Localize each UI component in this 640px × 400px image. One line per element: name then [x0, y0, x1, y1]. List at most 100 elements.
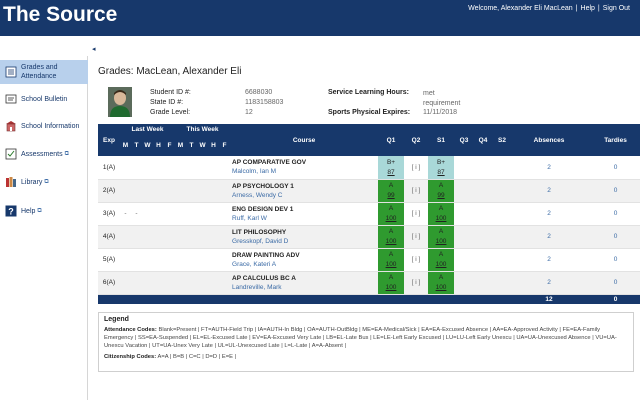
grade-percent: 99	[437, 192, 445, 199]
absences-cell[interactable]: 2	[512, 156, 587, 180]
attendance-day-cell	[131, 179, 142, 203]
attendance-day-cell	[197, 156, 209, 180]
q4-cell	[474, 225, 493, 249]
q1-grade-cell[interactable]: A 100	[378, 271, 405, 295]
attendance-codes-text: Blank=Present | FT=AUTH-Field Trip | IA=…	[104, 327, 617, 349]
help-link[interactable]: Help	[581, 5, 595, 12]
q2-info-cell[interactable]: [ i ]	[404, 225, 429, 249]
grade-value[interactable]: A 100	[430, 226, 452, 247]
q2-info-cell[interactable]: [ i ]	[404, 156, 429, 180]
absences-cell[interactable]: 2	[512, 202, 587, 226]
col-last-week: Last Week	[120, 124, 176, 134]
attendance-codes-label: Attendance Codes:	[104, 327, 157, 333]
sidebar-item-grades-and-attendance[interactable]: Grades and Attendance	[0, 60, 88, 84]
q2-info-cell[interactable]: [ i ]	[404, 248, 429, 272]
q1-grade-cell[interactable]: A 100	[378, 202, 405, 226]
q3-cell	[454, 225, 475, 249]
grade-value[interactable]: A 99	[380, 180, 402, 201]
table-row: 1(A) AP COMPARATIVE GOV Malcolm, Ian M B+ 87…	[98, 156, 640, 180]
teacher-link[interactable]: Malcolm, Ian M	[232, 167, 378, 176]
course-name: AP PSYCHOLOGY 1	[232, 182, 294, 190]
q4-cell	[474, 179, 493, 203]
attendance-day-cell	[219, 225, 231, 249]
col-q4: Q4	[474, 124, 493, 156]
attendance-day-cell	[120, 225, 131, 249]
student-id-label: Student ID #:	[150, 89, 191, 96]
bulletin-icon	[5, 94, 17, 104]
sidebar-item-library[interactable]: Library ⧉	[0, 171, 88, 193]
attendance-day-cell	[164, 271, 176, 295]
col-day: F	[164, 134, 176, 156]
sidebar-item-assessments[interactable]: Assessments ⧉	[0, 143, 88, 165]
teacher-link[interactable]: Landreville, Mark	[232, 283, 378, 292]
grade-value[interactable]: A 100	[430, 249, 452, 270]
student-photo-image	[108, 87, 132, 117]
s1-grade-cell[interactable]: A 99	[428, 179, 455, 203]
grades-table: Exp Last Week This Week Course Q1 Q2 S1 …	[98, 124, 640, 304]
s1-grade-cell[interactable]: A 100	[428, 225, 455, 249]
absences-cell[interactable]: 2	[512, 271, 587, 295]
grade-value[interactable]: A 100	[380, 249, 402, 270]
course-cell: AP PSYCHOLOGY 1 Arness, Wendy C	[230, 179, 379, 203]
grade-value[interactable]: A 100	[380, 203, 402, 224]
q4-cell	[474, 202, 493, 226]
attendance-day-cell	[186, 179, 198, 203]
teacher-link[interactable]: Grace, Kateri A	[232, 260, 378, 269]
teacher-link[interactable]: Arness, Wendy C	[232, 191, 378, 200]
s1-grade-cell[interactable]: B+ 87	[428, 156, 455, 180]
col-s2: S2	[492, 124, 513, 156]
absences-cell[interactable]: 2	[512, 179, 587, 203]
q1-grade-cell[interactable]: A 100	[378, 248, 405, 272]
grade-level-label: Grade Level:	[150, 109, 191, 116]
absences-cell[interactable]: 2	[512, 225, 587, 249]
grade-letter: A	[388, 205, 394, 212]
q2-info-cell[interactable]: [ i ]	[404, 202, 429, 226]
table-row: 6(A) AP CALCULUS BC A Landreville, Mark A 10…	[98, 271, 640, 295]
attendance-day-cell	[153, 225, 164, 249]
citizenship-codes-label: Citizenship Codes:	[104, 354, 157, 360]
q2-info-cell[interactable]: [ i ]	[404, 271, 429, 295]
q1-grade-cell[interactable]: A 100	[378, 225, 405, 249]
grade-value[interactable]: A 100	[380, 272, 402, 293]
sidebar-item-help[interactable]: ? Help ⧉	[0, 200, 88, 222]
grade-percent: 87	[387, 168, 395, 176]
grade-value[interactable]: B+ 87	[430, 157, 452, 178]
s1-grade-cell[interactable]: A 100	[428, 271, 455, 295]
period-cell: 4(A)	[98, 225, 120, 249]
course-name: LIT PHILOSOPHY	[232, 228, 287, 236]
attendance-day-cell	[186, 202, 198, 226]
external-link-icon: ⧉	[64, 150, 69, 157]
absences-cell[interactable]: 2	[512, 248, 587, 272]
q1-grade-cell[interactable]: A 99	[378, 179, 405, 203]
collapse-sidebar-icon[interactable]: ◂	[92, 45, 96, 53]
grade-value[interactable]: A 99	[430, 180, 452, 201]
sign-out-link[interactable]: Sign Out	[603, 5, 630, 12]
q2-info-cell[interactable]: [ i ]	[404, 179, 429, 203]
grade-letter: B+	[436, 158, 446, 166]
grade-percent: 99	[387, 192, 395, 199]
col-day: M	[175, 134, 187, 156]
grade-value[interactable]: A 100	[380, 226, 402, 247]
attendance-day-cell	[175, 225, 187, 249]
col-q3: Q3	[454, 124, 475, 156]
teacher-link[interactable]: Ruff, Karl W	[232, 214, 378, 223]
grade-percent: 100	[385, 238, 397, 245]
svg-text:?: ?	[8, 207, 14, 217]
s1-grade-cell[interactable]: A 100	[428, 248, 455, 272]
teacher-link[interactable]: Gresskopf, David D	[232, 237, 378, 246]
sidebar-item-school-bulletin[interactable]: School Bulletin	[0, 88, 88, 110]
sidebar-item-label: School Information	[21, 122, 80, 130]
attendance-day-cell	[164, 202, 176, 226]
separator: |	[575, 5, 578, 12]
attendance-day-cell	[142, 225, 153, 249]
grade-value[interactable]: A 100	[430, 203, 452, 224]
total-absences: 12	[512, 294, 587, 304]
sidebar-item-school-information[interactable]: School Information	[0, 115, 88, 137]
course-name: ENG DESIGN DEV 1	[232, 205, 294, 213]
grade-value[interactable]: A 100	[430, 272, 452, 293]
table-row: 4(A) LIT PHILOSOPHY Gresskopf, David D A 100…	[98, 225, 640, 249]
q1-grade-cell[interactable]: B+ 87	[378, 156, 405, 180]
grade-value[interactable]: B+ 87	[380, 157, 402, 178]
s1-grade-cell[interactable]: A 100	[428, 202, 455, 226]
attendance-day-cell	[219, 271, 231, 295]
